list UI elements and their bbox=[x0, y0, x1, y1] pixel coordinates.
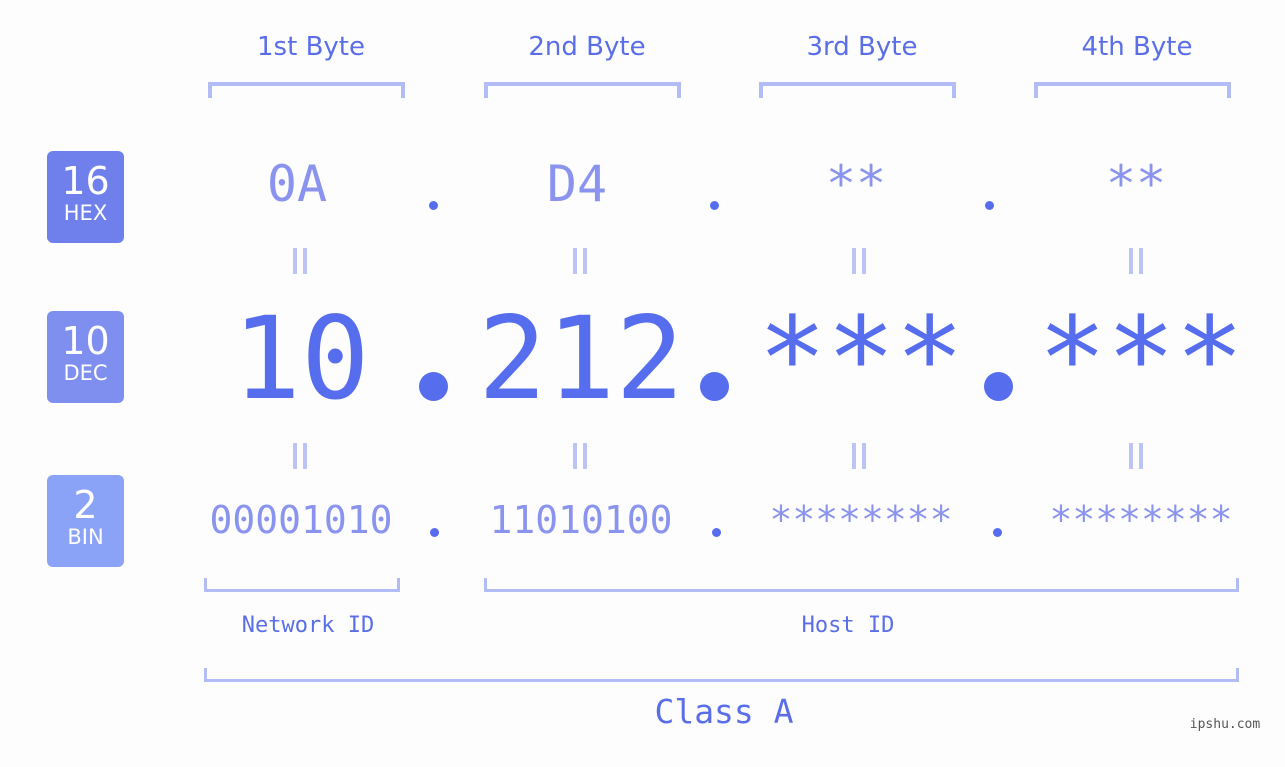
hex-value-2: D4 bbox=[546, 155, 608, 213]
host-id-bracket bbox=[484, 578, 1239, 592]
hex-value-3: ** bbox=[825, 155, 887, 213]
bin-value-4: ******** bbox=[1049, 498, 1233, 542]
byte-label-2: 2nd Byte bbox=[528, 32, 646, 62]
dec-value-1: 10 bbox=[232, 292, 370, 425]
byte-bracket-2 bbox=[484, 82, 681, 98]
dec-badge-unit: DEC bbox=[63, 361, 108, 385]
dec-dot-3 bbox=[984, 372, 1013, 401]
equals-icon bbox=[572, 443, 588, 469]
dec-value-3: *** bbox=[758, 292, 964, 425]
byte-bracket-3 bbox=[759, 82, 956, 98]
bin-dot-3 bbox=[993, 528, 1002, 537]
dec-dot-1 bbox=[419, 372, 448, 401]
hex-badge: 16 HEX bbox=[47, 151, 124, 243]
equals-icon bbox=[851, 248, 867, 274]
hex-badge-unit: HEX bbox=[63, 201, 108, 225]
hex-dot-2 bbox=[710, 201, 719, 210]
bin-value-3: ******** bbox=[769, 498, 953, 542]
dec-dot-2 bbox=[700, 372, 729, 401]
hex-dot-3 bbox=[985, 201, 994, 210]
bin-dot-2 bbox=[712, 528, 721, 537]
bin-badge-number: 2 bbox=[73, 483, 98, 527]
class-bracket bbox=[204, 668, 1239, 682]
bin-value-1: 00001010 bbox=[209, 498, 393, 542]
watermark: ipshu.com bbox=[1189, 717, 1261, 732]
hex-badge-number: 16 bbox=[61, 159, 110, 203]
byte-label-4: 4th Byte bbox=[1081, 32, 1193, 62]
dec-badge: 10 DEC bbox=[47, 311, 124, 403]
byte-bracket-1 bbox=[208, 82, 405, 98]
byte-label-1: 1st Byte bbox=[257, 32, 365, 62]
hex-value-1: 0A bbox=[266, 155, 328, 213]
equals-icon bbox=[292, 443, 308, 469]
network-id-bracket bbox=[204, 578, 400, 592]
equals-icon bbox=[572, 248, 588, 274]
hex-dot-1 bbox=[429, 201, 438, 210]
equals-icon bbox=[1128, 443, 1144, 469]
dec-badge-number: 10 bbox=[61, 319, 110, 363]
bin-badge-unit: BIN bbox=[67, 525, 104, 549]
byte-bracket-4 bbox=[1034, 82, 1231, 98]
bin-value-2: 11010100 bbox=[489, 498, 673, 542]
dec-value-2: 212 bbox=[478, 292, 684, 425]
network-id-label: Network ID bbox=[241, 613, 375, 638]
hex-value-4: ** bbox=[1105, 155, 1167, 213]
class-label: Class A bbox=[654, 692, 794, 731]
bin-badge: 2 BIN bbox=[47, 475, 124, 567]
host-id-label: Host ID bbox=[801, 613, 895, 638]
dec-value-4: *** bbox=[1038, 292, 1244, 425]
equals-icon bbox=[851, 443, 867, 469]
byte-label-3: 3rd Byte bbox=[806, 32, 918, 62]
equals-icon bbox=[1128, 248, 1144, 274]
bin-dot-1 bbox=[430, 528, 439, 537]
equals-icon bbox=[292, 248, 308, 274]
